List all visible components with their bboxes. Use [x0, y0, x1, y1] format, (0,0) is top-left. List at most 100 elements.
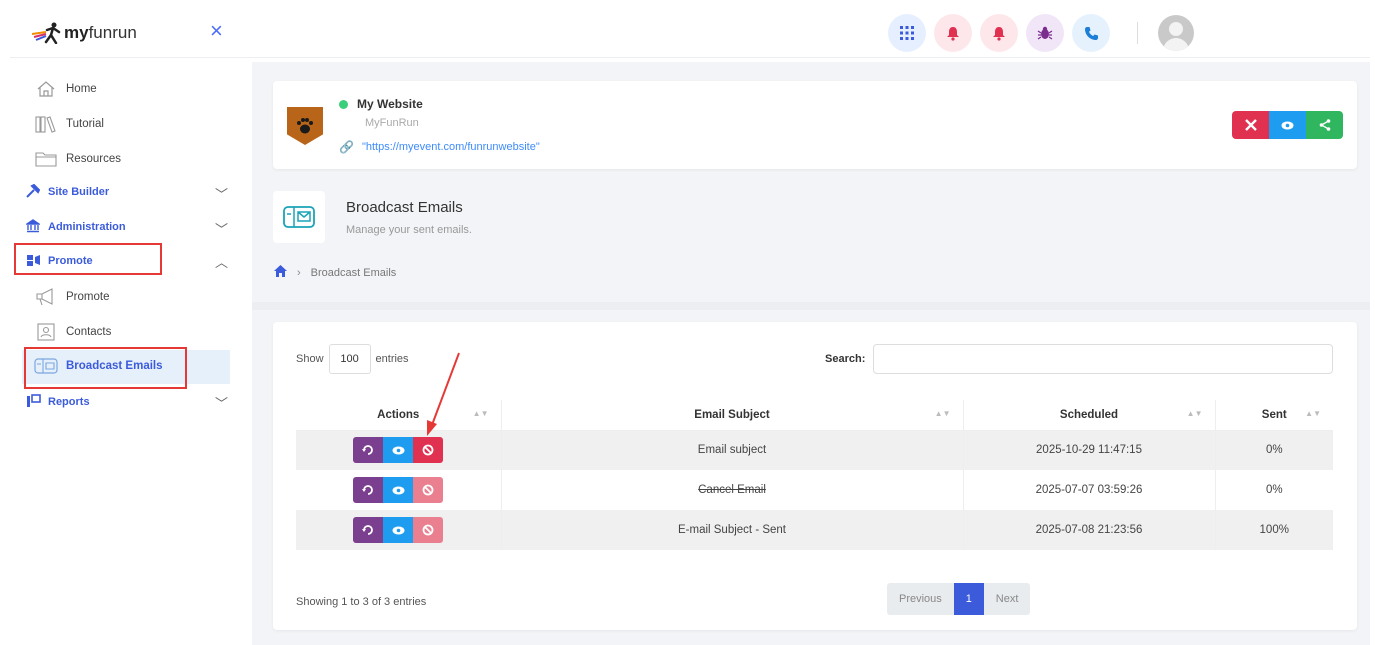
history-icon [362, 445, 374, 456]
sidebar-item-resources[interactable]: Resources [34, 148, 121, 170]
page-subtitle: Manage your sent emails. [346, 224, 472, 236]
bug-icon[interactable] [1026, 14, 1064, 52]
cancel-email-button[interactable] [413, 437, 444, 464]
section-divider [252, 302, 1370, 310]
ban-icon [422, 524, 434, 536]
entries-select[interactable]: 100 [328, 344, 371, 374]
top-bar: my funrun × [10, 8, 1370, 58]
breadcrumb-current: Broadcast Emails [310, 266, 397, 279]
brand-logo[interactable]: my funrun [32, 22, 137, 44]
breadcrumb-chevron-icon: › [297, 266, 301, 279]
resend-button[interactable] [353, 517, 384, 543]
scheduled-cell: 2025-10-29 11:47:15 [962, 430, 1215, 470]
sent-cell: 100% [1214, 510, 1333, 550]
broadcast-highlight-box [24, 347, 187, 389]
table-row: Email subject 2025-10-29 11:47:15 0% [296, 430, 1333, 470]
sidebar-section-reports[interactable]: Reports [26, 392, 90, 412]
sidebar-item-promote[interactable]: Promote [34, 286, 109, 308]
sidebar-item-home[interactable]: Home [34, 78, 97, 100]
runner-logo-icon [32, 22, 61, 44]
sent-cell: 0% [1214, 430, 1333, 470]
actions-cell [296, 470, 501, 510]
chevron-down-icon[interactable]: ﹀ [215, 184, 228, 203]
cancel-email-button-disabled[interactable] [413, 517, 444, 543]
chevron-down-icon[interactable]: ﹀ [215, 219, 228, 238]
sort-icon: ▲▼ [1305, 409, 1321, 418]
header-icon-group [888, 14, 1110, 52]
brand-prefix: my [64, 23, 89, 42]
emails-table: Actions ▲▼ Email Subject ▲▼ Scheduled ▲▼ Se… [296, 400, 1333, 550]
view-email-button[interactable] [383, 437, 414, 464]
search-input[interactable] [873, 344, 1333, 374]
history-icon [362, 485, 374, 495]
search-label: Search: [825, 353, 866, 365]
contact-card-icon [34, 322, 58, 342]
subject-cell: Cancel Email [500, 470, 963, 510]
actions-cell [296, 430, 501, 470]
tools-button[interactable] [1232, 111, 1269, 139]
pagination: Previous 1 Next [887, 583, 1031, 615]
bell-icon[interactable] [934, 14, 972, 52]
next-button[interactable]: Next [983, 583, 1031, 615]
column-header-sent[interactable]: Sent ▲▼ [1214, 400, 1333, 431]
link-icon: 🔗 [339, 140, 354, 154]
column-header-email-subject[interactable]: Email Subject ▲▼ [500, 400, 963, 431]
breadcrumb-home-icon[interactable] [274, 265, 287, 280]
resend-button[interactable] [353, 437, 384, 464]
page-header-icon [273, 191, 325, 243]
eye-icon [392, 446, 405, 455]
website-name-text: My Website [357, 97, 423, 111]
view-email-button[interactable] [383, 477, 414, 503]
subject-cell: E-mail Subject - Sent [500, 510, 963, 550]
cancel-email-button-disabled[interactable] [413, 477, 444, 503]
megaphone-icon [34, 287, 58, 307]
sidebar-item-tutorial[interactable]: Tutorial [34, 113, 104, 135]
table-row: Cancel Email 2025-07-07 03:59:26 0% [296, 470, 1333, 510]
column-header-scheduled[interactable]: Scheduled ▲▼ [962, 400, 1215, 431]
resend-button[interactable] [353, 477, 384, 503]
bank-icon [24, 218, 44, 236]
ban-icon [422, 444, 434, 456]
website-action-group [1232, 111, 1343, 139]
view-button[interactable] [1269, 111, 1306, 139]
scheduled-cell: 2025-07-08 21:23:56 [962, 510, 1215, 550]
reports-icon [26, 393, 44, 411]
sidebar-label-administration: Administration [48, 221, 126, 233]
hammer-icon [26, 183, 44, 201]
history-icon [362, 525, 374, 535]
previous-button[interactable]: Previous [887, 583, 954, 615]
table-row: E-mail Subject - Sent 2025-07-08 21:23:5… [296, 510, 1333, 550]
page-1-button[interactable]: 1 [953, 583, 984, 615]
sent-cell: 0% [1214, 470, 1333, 510]
table-header-row: Actions ▲▼ Email Subject ▲▼ Scheduled ▲▼ Se… [296, 400, 1333, 431]
website-name: My Website [339, 97, 423, 111]
breadcrumb: › Broadcast Emails [274, 265, 396, 280]
sidebar-item-contacts[interactable]: Contacts [34, 321, 111, 343]
subject-cell: Email subject [500, 430, 963, 470]
sort-icon: ▲▼ [1186, 409, 1203, 418]
view-email-button[interactable] [383, 517, 414, 543]
scheduled-cell: 2025-07-07 03:59:26 [962, 470, 1215, 510]
eye-icon [392, 526, 405, 534]
apps-grid-icon[interactable] [888, 14, 926, 52]
sidebar-section-site-builder[interactable]: Site Builder [26, 182, 109, 202]
website-url-link[interactable]: 🔗 "https://myevent.com/funrunwebsite" [339, 140, 540, 154]
entries-length-control: Show 100 entries [296, 344, 409, 374]
bell-alert-icon[interactable] [980, 14, 1018, 52]
row-action-group [353, 517, 444, 543]
eye-icon [1281, 121, 1294, 129]
paw-logo-icon [287, 107, 323, 145]
phone-icon[interactable] [1072, 14, 1110, 52]
close-icon[interactable]: × [210, 20, 223, 42]
chevron-down-icon[interactable]: ﹀ [215, 393, 228, 412]
website-url-text: "https://myevent.com/funrunwebsite" [361, 141, 540, 153]
column-header-actions[interactable]: Actions ▲▼ [296, 400, 501, 431]
share-button[interactable] [1306, 111, 1343, 139]
sidebar-section-administration[interactable]: Administration [24, 217, 126, 237]
avatar[interactable] [1158, 15, 1194, 51]
sidebar-label-reports: Reports [48, 396, 90, 408]
chevron-up-icon[interactable]: ︿ [215, 252, 228, 271]
page-title: Broadcast Emails [346, 199, 463, 216]
row-action-group [353, 437, 444, 464]
ban-icon [422, 484, 434, 496]
